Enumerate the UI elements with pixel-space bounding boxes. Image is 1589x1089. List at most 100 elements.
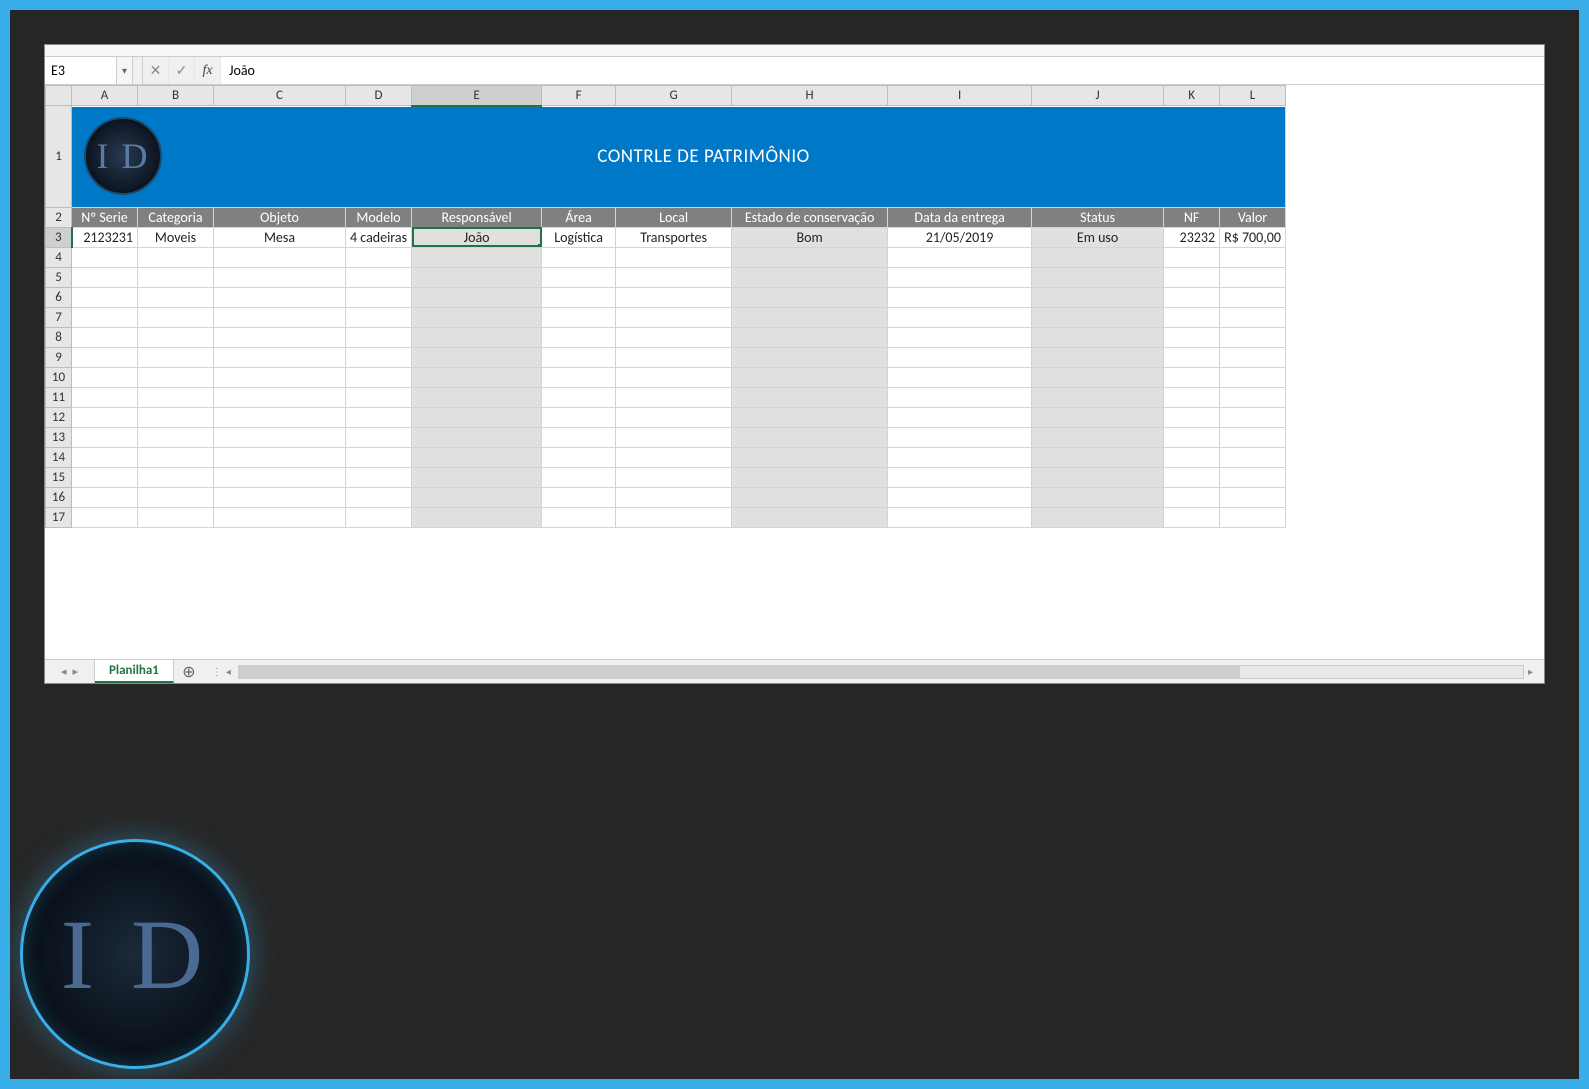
table-cell[interactable]: João bbox=[412, 227, 542, 247]
table-cell[interactable] bbox=[1220, 247, 1286, 267]
table-cell[interactable] bbox=[346, 467, 412, 487]
table-cell[interactable] bbox=[1220, 487, 1286, 507]
table-cell[interactable] bbox=[732, 367, 888, 387]
row-header[interactable]: 5 bbox=[46, 267, 72, 287]
column-header[interactable]: H bbox=[732, 86, 888, 106]
row-header[interactable]: 17 bbox=[46, 507, 72, 527]
table-column-header[interactable]: Data da entrega bbox=[888, 207, 1032, 227]
table-cell[interactable] bbox=[346, 427, 412, 447]
table-cell[interactable] bbox=[214, 267, 346, 287]
row-header[interactable]: 7 bbox=[46, 307, 72, 327]
table-cell[interactable] bbox=[412, 407, 542, 427]
table-cell[interactable] bbox=[616, 347, 732, 367]
table-cell[interactable] bbox=[72, 347, 138, 367]
table-cell[interactable] bbox=[542, 347, 616, 367]
table-cell[interactable] bbox=[616, 267, 732, 287]
column-header[interactable]: D bbox=[346, 86, 412, 106]
table-cell[interactable] bbox=[888, 507, 1032, 527]
cancel-icon[interactable]: ✕ bbox=[143, 57, 169, 84]
table-cell[interactable]: Bom bbox=[732, 227, 888, 247]
table-cell[interactable] bbox=[1032, 287, 1164, 307]
table-cell[interactable] bbox=[214, 307, 346, 327]
table-cell[interactable] bbox=[888, 447, 1032, 467]
table-cell[interactable] bbox=[138, 427, 214, 447]
table-cell[interactable] bbox=[412, 247, 542, 267]
table-cell[interactable] bbox=[1032, 247, 1164, 267]
table-cell[interactable] bbox=[542, 387, 616, 407]
table-cell[interactable] bbox=[542, 287, 616, 307]
table-cell[interactable] bbox=[616, 487, 732, 507]
table-cell[interactable] bbox=[346, 327, 412, 347]
table-cell[interactable] bbox=[346, 367, 412, 387]
table-cell[interactable] bbox=[1032, 387, 1164, 407]
table-cell[interactable] bbox=[72, 267, 138, 287]
table-column-header[interactable]: Responsável bbox=[412, 207, 542, 227]
table-cell[interactable] bbox=[1220, 307, 1286, 327]
table-cell[interactable] bbox=[138, 287, 214, 307]
table-cell[interactable] bbox=[542, 447, 616, 467]
table-cell[interactable] bbox=[616, 287, 732, 307]
table-cell[interactable] bbox=[1220, 287, 1286, 307]
table-cell[interactable] bbox=[72, 427, 138, 447]
table-cell[interactable] bbox=[72, 287, 138, 307]
table-cell[interactable] bbox=[888, 487, 1032, 507]
table-cell[interactable] bbox=[346, 267, 412, 287]
table-cell[interactable] bbox=[732, 387, 888, 407]
table-cell[interactable] bbox=[1220, 467, 1286, 487]
sheet-nav-arrows[interactable]: ◂ ▸ bbox=[45, 660, 95, 683]
table-cell[interactable] bbox=[138, 447, 214, 467]
table-cell[interactable] bbox=[888, 467, 1032, 487]
column-header[interactable]: C bbox=[214, 86, 346, 106]
table-cell[interactable] bbox=[138, 347, 214, 367]
table-cell[interactable] bbox=[214, 447, 346, 467]
table-column-header[interactable]: NF bbox=[1164, 207, 1220, 227]
table-cell[interactable] bbox=[1164, 247, 1220, 267]
row-header[interactable]: 15 bbox=[46, 467, 72, 487]
sheet-tab[interactable]: Planilha1 bbox=[95, 660, 174, 683]
scroll-right-icon[interactable]: ▸ bbox=[1528, 665, 1536, 678]
column-header[interactable]: G bbox=[616, 86, 732, 106]
table-cell[interactable] bbox=[1164, 387, 1220, 407]
table-cell[interactable] bbox=[1032, 347, 1164, 367]
table-cell[interactable] bbox=[1164, 347, 1220, 367]
table-cell[interactable] bbox=[616, 427, 732, 447]
table-cell[interactable] bbox=[616, 447, 732, 467]
row-header[interactable]: 3 bbox=[46, 227, 72, 247]
table-cell[interactable] bbox=[72, 447, 138, 467]
table-column-header[interactable]: Modelo bbox=[346, 207, 412, 227]
table-cell[interactable] bbox=[542, 467, 616, 487]
table-cell[interactable] bbox=[214, 507, 346, 527]
table-cell[interactable] bbox=[346, 247, 412, 267]
table-cell[interactable] bbox=[616, 407, 732, 427]
scroll-thumb[interactable] bbox=[239, 666, 1241, 678]
table-cell[interactable]: R$ 700,00 bbox=[1220, 227, 1286, 247]
table-cell[interactable] bbox=[888, 327, 1032, 347]
table-cell[interactable] bbox=[542, 307, 616, 327]
table-cell[interactable] bbox=[888, 267, 1032, 287]
table-column-header[interactable]: Estado de conservação bbox=[732, 207, 888, 227]
row-header[interactable]: 1 bbox=[46, 106, 72, 208]
row-header[interactable]: 2 bbox=[46, 207, 72, 227]
table-cell[interactable]: 2123231 bbox=[72, 227, 138, 247]
grid-area[interactable]: ABCDEFGHIJKL1I DCONTRLE DE PATRIMÔNIO2Nº… bbox=[45, 85, 1544, 659]
table-cell[interactable] bbox=[138, 307, 214, 327]
table-cell[interactable] bbox=[346, 387, 412, 407]
table-cell[interactable]: Transportes bbox=[616, 227, 732, 247]
table-cell[interactable] bbox=[1032, 427, 1164, 447]
name-box-dropdown[interactable]: ▾ bbox=[117, 57, 133, 84]
table-cell[interactable] bbox=[542, 247, 616, 267]
table-cell[interactable] bbox=[412, 427, 542, 447]
table-cell[interactable] bbox=[412, 347, 542, 367]
table-cell[interactable] bbox=[1032, 487, 1164, 507]
table-cell[interactable] bbox=[542, 487, 616, 507]
formula-input[interactable]: João bbox=[221, 57, 1544, 84]
table-cell[interactable] bbox=[616, 327, 732, 347]
table-cell[interactable] bbox=[732, 487, 888, 507]
table-cell[interactable] bbox=[1164, 327, 1220, 347]
table-cell[interactable] bbox=[214, 247, 346, 267]
table-cell[interactable] bbox=[214, 487, 346, 507]
table-cell[interactable] bbox=[1164, 447, 1220, 467]
table-cell[interactable] bbox=[1032, 327, 1164, 347]
table-cell[interactable] bbox=[214, 427, 346, 447]
table-cell[interactable] bbox=[732, 467, 888, 487]
